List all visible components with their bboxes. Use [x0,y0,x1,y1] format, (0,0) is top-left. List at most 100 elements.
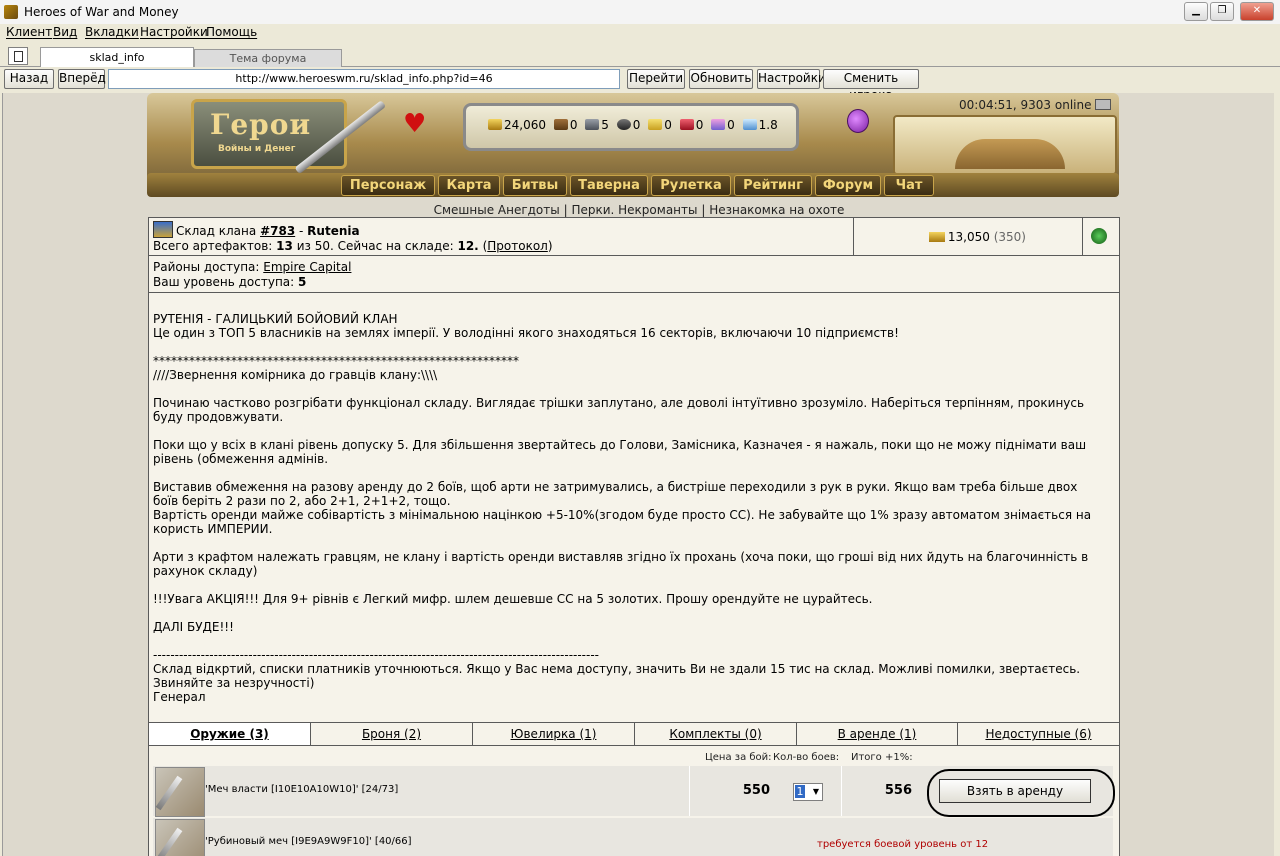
column-battles-header: Кол-во боев: [773,752,840,763]
settings-button[interactable]: Настройки [757,69,826,89]
gold-icon [488,119,502,130]
category-rented[interactable]: В аренде (1) [797,723,958,745]
item-name: 'Меч власти [I10E10A10W10]' [24/73] [205,784,399,795]
back-button[interactable]: Назад [4,69,54,89]
refresh-button[interactable]: Обновить [689,69,753,89]
item-name: 'Рубиновый меч [I9E9A9W9F10]' [40/66] [205,836,412,847]
game-menu-rating[interactable]: Рейтинг [734,175,812,196]
wood-icon [553,119,568,130]
clan-description: РУТЕНІЯ - ГАЛИЦЬКИЙ БОЙОВИЙ КЛАН Це один… [153,312,1092,704]
tab-sklad-info[interactable]: sklad_info [40,47,194,68]
tab-forum-topic[interactable]: Тема форума [194,49,342,67]
item-image[interactable] [155,819,205,856]
battles-select-value: 1 [795,785,805,798]
access-level-label: Ваш уровень доступа: [153,275,295,289]
item-price: 550 [742,783,770,798]
diamond-icon [742,119,757,130]
new-tab-icon[interactable] [8,47,28,65]
clan-id-link[interactable]: #783 [260,224,295,238]
vertical-scrollbar[interactable] [1274,93,1280,856]
window-title: Heroes of War and Money [24,5,179,19]
access-level-value: 5 [298,275,307,289]
online-list-icon[interactable] [1095,99,1112,110]
news-separator: | [563,203,568,217]
mana-flask-icon[interactable] [847,109,869,133]
ore-icon [585,119,600,130]
price-cell: 550 [689,766,780,816]
health-heart-icon[interactable]: ♥ [403,109,426,139]
sulfur-icon [648,119,663,130]
maximize-button[interactable]: ❐ [1210,2,1234,21]
app-icon [4,5,18,19]
navigation-bar: Назад Вперёд http://www.heroeswm.ru/skla… [0,67,1280,102]
category-jewelry[interactable]: Ювелирка (1) [473,723,635,745]
logo-subtitle: Войны и Денег [218,144,296,154]
storage-gold-extra: (350) [993,230,1026,244]
menu-view[interactable]: Вид [53,25,77,39]
menu-tabs[interactable]: Вкладки [85,25,139,39]
game-menu-roulette[interactable]: Рулетка [651,175,731,196]
switch-player-button[interactable]: Сменить игрока [823,69,919,102]
forward-button[interactable]: Вперёд [58,69,106,89]
city-image[interactable] [893,115,1117,175]
clan-storage-panel: Склад клана #783 - Rutenia Всего артефак… [148,217,1120,856]
category-weapons[interactable]: Оружие (3) [149,723,311,745]
online-text: 00:04:51, 9303 online [959,98,1092,112]
minimize-button[interactable]: ▁ [1184,2,1208,21]
total-artifacts-value: 13 [276,239,293,253]
category-sets[interactable]: Комплекты (0) [635,723,797,745]
crystal-icon [679,119,694,130]
clan-globe-icon[interactable] [1091,228,1107,244]
capacity-value: 50. [314,239,334,253]
news-link-stranger[interactable]: Незнакомка на охоте [709,203,844,217]
online-status: 00:04:51, 9303 online [959,98,1112,112]
menu-client[interactable]: Клиент [6,25,52,39]
close-button[interactable]: ✕ [1240,2,1274,21]
news-link-jokes[interactable]: Смешные Анегдоты [434,203,560,217]
mercury-amount: 0 [632,118,641,132]
resources-panel: 24,060 0 5 0 0 0 0 1.8 [463,103,799,151]
game-menu-battles[interactable]: Битвы [503,175,567,196]
tab-bar: sklad_info Тема форума [0,44,1280,68]
menu-bar: Клиент Вид Вкладки Настройки Помощь [0,24,1280,42]
chevron-down-icon[interactable]: ▼ [810,784,822,800]
table-row: 'Рубиновый меч [I9E9A9W9F10]' [40/66] тр… [153,818,1113,856]
protocol-link[interactable]: Протокол [487,239,548,253]
game-menu: Персонаж Карта Битвы Таверна Рулетка Рей… [147,173,1119,197]
category-unavailable[interactable]: Недоступные (6) [958,723,1119,745]
gold-icon [928,232,945,242]
total-artifacts-label: Всего артефактов: [153,239,273,253]
battles-select[interactable]: 1 ▼ [793,783,823,801]
item-image[interactable] [155,767,205,817]
in-storage-label: Сейчас на складе: [337,239,454,253]
item-requirement: требуется боевой уровень от 12 [817,839,989,850]
ore-amount: 5 [601,118,609,132]
rent-button[interactable]: Взять в аренду [939,779,1091,803]
game-logo[interactable]: Герои Войны и Денег [191,99,347,169]
access-area-link[interactable]: Empire Capital [263,260,351,274]
storage-info-row: Склад клана #783 - Rutenia Всего артефак… [149,218,1119,256]
mercury-icon [616,119,631,130]
window-titlebar: Heroes of War and Money ▁ ❐ ✕ [0,0,1280,25]
page-viewport: Герои Войны и Денег ♥ 24,060 0 5 0 0 0 0… [2,93,1275,856]
game-menu-chat[interactable]: Чат [884,175,934,196]
storage-gold-cell: 13,050 (350) [853,218,1083,255]
game-menu-tavern[interactable]: Таверна [570,175,648,196]
category-armor[interactable]: Броня (2) [311,723,473,745]
game-menu-character[interactable]: Персонаж [341,175,435,196]
sulfur-amount: 0 [664,118,672,132]
wood-amount: 0 [569,118,578,132]
column-total-header: Итого +1%: [851,752,913,763]
crystal-amount: 0 [695,118,704,132]
menu-help[interactable]: Помощь [206,25,257,39]
game-menu-map[interactable]: Карта [438,175,500,196]
go-button[interactable]: Перейти [627,69,685,89]
menu-settings[interactable]: Настройки [140,25,208,39]
access-areas-label: Районы доступа: [153,260,260,274]
news-link-perks[interactable]: Перки. Некроманты [571,203,697,217]
storage-label: Склад клана [176,224,257,238]
url-input[interactable]: http://www.heroeswm.ru/sklad_info.php?id… [108,69,620,89]
in-storage-value: 12. [457,239,479,253]
table-row: 'Меч власти [I10E10A10W10]' [24/73] 550 … [153,766,1115,817]
game-menu-forum[interactable]: Форум [815,175,881,196]
